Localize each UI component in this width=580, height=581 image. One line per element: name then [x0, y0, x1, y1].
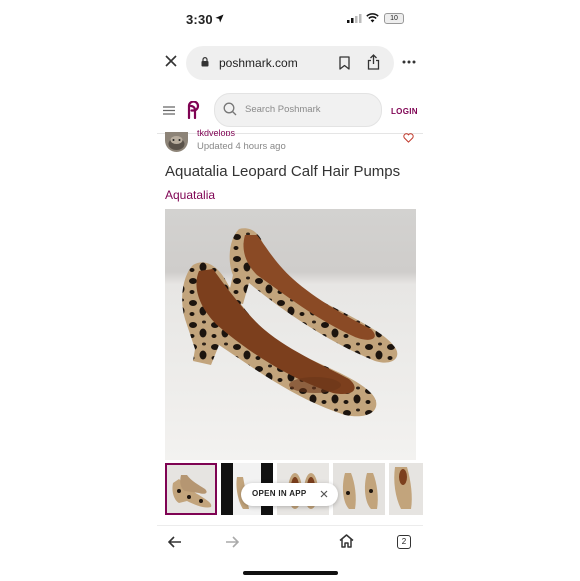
back-icon[interactable] — [168, 536, 182, 548]
bookmark-icon[interactable] — [339, 56, 350, 70]
seller-avatar[interactable] — [165, 132, 188, 152]
listing-title: Aquatalia Leopard Calf Hair Pumps — [165, 163, 401, 180]
listing-brand[interactable]: Aquatalia — [165, 188, 215, 202]
login-link[interactable]: LOGIN — [391, 107, 418, 116]
address-bar[interactable]: poshmark.com — [186, 46, 394, 80]
battery-level: 10 — [390, 15, 398, 22]
phone-screen: 3:30 10 poshmark.com Search Poshmark LOG… — [157, 0, 423, 581]
thumbnail-4[interactable] — [333, 463, 385, 515]
search-icon — [223, 102, 237, 116]
site-header: Search Poshmark — [157, 93, 423, 127]
thumbnail-1[interactable] — [165, 463, 217, 515]
status-time: 3:30 — [186, 12, 213, 27]
signal-icon — [347, 14, 362, 23]
search-input[interactable]: Search Poshmark — [214, 93, 382, 127]
home-icon[interactable] — [339, 534, 354, 548]
status-bar: 3:30 10 — [157, 0, 423, 40]
updated-time: Updated 4 hours ago — [197, 141, 286, 152]
tabs-icon[interactable]: 2 — [397, 535, 411, 549]
seller-username[interactable]: tkdvelops — [197, 128, 235, 136]
poshmark-logo[interactable] — [185, 101, 201, 119]
forward-icon[interactable] — [225, 536, 239, 548]
more-icon[interactable] — [402, 60, 416, 64]
home-indicator[interactable] — [243, 571, 338, 575]
open-in-app-label: OPEN IN APP — [252, 489, 307, 498]
heart-icon[interactable] — [403, 133, 414, 143]
tab-count: 2 — [401, 537, 407, 546]
open-in-app-banner[interactable]: OPEN IN APP — [241, 483, 338, 506]
browser-url-row: poshmark.com — [157, 44, 423, 82]
thumbnail-5[interactable] — [389, 463, 423, 515]
search-placeholder: Search Poshmark — [245, 104, 321, 115]
location-arrow-icon — [215, 14, 224, 23]
url-text: poshmark.com — [219, 56, 298, 70]
share-icon[interactable] — [367, 54, 380, 70]
browser-bottom-toolbar: 2 — [157, 525, 423, 581]
close-icon[interactable] — [320, 490, 328, 498]
wifi-icon — [366, 13, 379, 23]
menu-icon[interactable] — [163, 106, 175, 115]
close-icon[interactable] — [165, 55, 177, 67]
battery-icon: 10 — [384, 13, 404, 24]
lock-icon — [201, 57, 209, 67]
main-product-photo[interactable] — [165, 209, 416, 460]
